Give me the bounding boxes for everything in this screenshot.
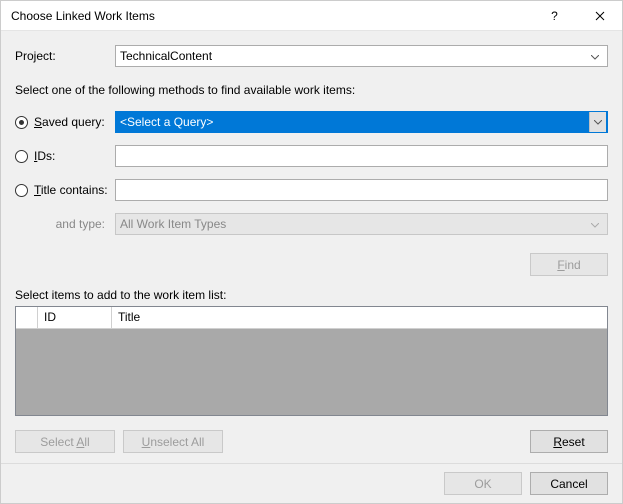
dialog-footer: OK Cancel [1, 463, 622, 503]
title-contains-input[interactable] [115, 179, 608, 201]
results-grid[interactable]: ID Title [15, 306, 608, 416]
instruction-text: Select one of the following methods to f… [15, 83, 608, 97]
find-row: Find [15, 253, 608, 276]
cancel-button[interactable]: Cancel [530, 472, 608, 495]
ids-row: IDs: [15, 145, 608, 167]
project-dropdown[interactable]: TechnicalContent [115, 45, 608, 67]
grid-col-title[interactable]: Title [112, 307, 607, 328]
dialog-content: Project: TechnicalContent Select one of … [1, 31, 622, 463]
title-contains-row: Title contains: [15, 179, 608, 201]
grid-header: ID Title [16, 307, 607, 329]
selection-buttons: Select All Unselect All Reset [15, 430, 608, 453]
grid-body [16, 329, 607, 415]
saved-query-dropdown[interactable]: <Select a Query> [115, 111, 608, 133]
find-button: Find [530, 253, 608, 276]
close-icon [595, 11, 605, 21]
and-type-row: and type: All Work Item Types [15, 213, 608, 235]
project-row: Project: TechnicalContent [15, 45, 608, 67]
grid-label: Select items to add to the work item lis… [15, 288, 608, 302]
ids-input[interactable] [115, 145, 608, 167]
grid-col-id[interactable]: ID [38, 307, 112, 328]
titlebar: Choose Linked Work Items ? [1, 1, 622, 31]
title-contains-label: Title contains: [34, 183, 108, 197]
help-button[interactable]: ? [532, 1, 577, 31]
reset-button[interactable]: Reset [530, 430, 608, 453]
and-type-dropdown: All Work Item Types [115, 213, 608, 235]
unselect-all-button: Unselect All [123, 430, 223, 453]
ids-label: IDs: [34, 149, 55, 163]
chevron-down-icon [587, 49, 603, 63]
close-button[interactable] [577, 1, 622, 31]
ok-button: OK [444, 472, 522, 495]
chevron-down-icon [587, 217, 603, 231]
saved-query-label: Saved query: [34, 115, 105, 129]
dialog-choose-linked-work-items: Choose Linked Work Items ? Project: Tech… [0, 0, 623, 504]
project-label: Project: [15, 49, 115, 63]
saved-query-row: Saved query: <Select a Query> [15, 111, 608, 133]
help-icon: ? [551, 9, 558, 23]
grid-col-select[interactable] [16, 307, 38, 328]
chevron-down-icon [589, 112, 606, 132]
dialog-title: Choose Linked Work Items [11, 9, 532, 23]
saved-query-value: <Select a Query> [120, 115, 589, 129]
ids-radio[interactable] [15, 150, 28, 163]
saved-query-radio[interactable] [15, 116, 28, 129]
and-type-value: All Work Item Types [120, 217, 587, 231]
project-value: TechnicalContent [120, 49, 587, 63]
title-contains-radio[interactable] [15, 184, 28, 197]
select-all-button: Select All [15, 430, 115, 453]
and-type-label: and type: [15, 217, 115, 231]
